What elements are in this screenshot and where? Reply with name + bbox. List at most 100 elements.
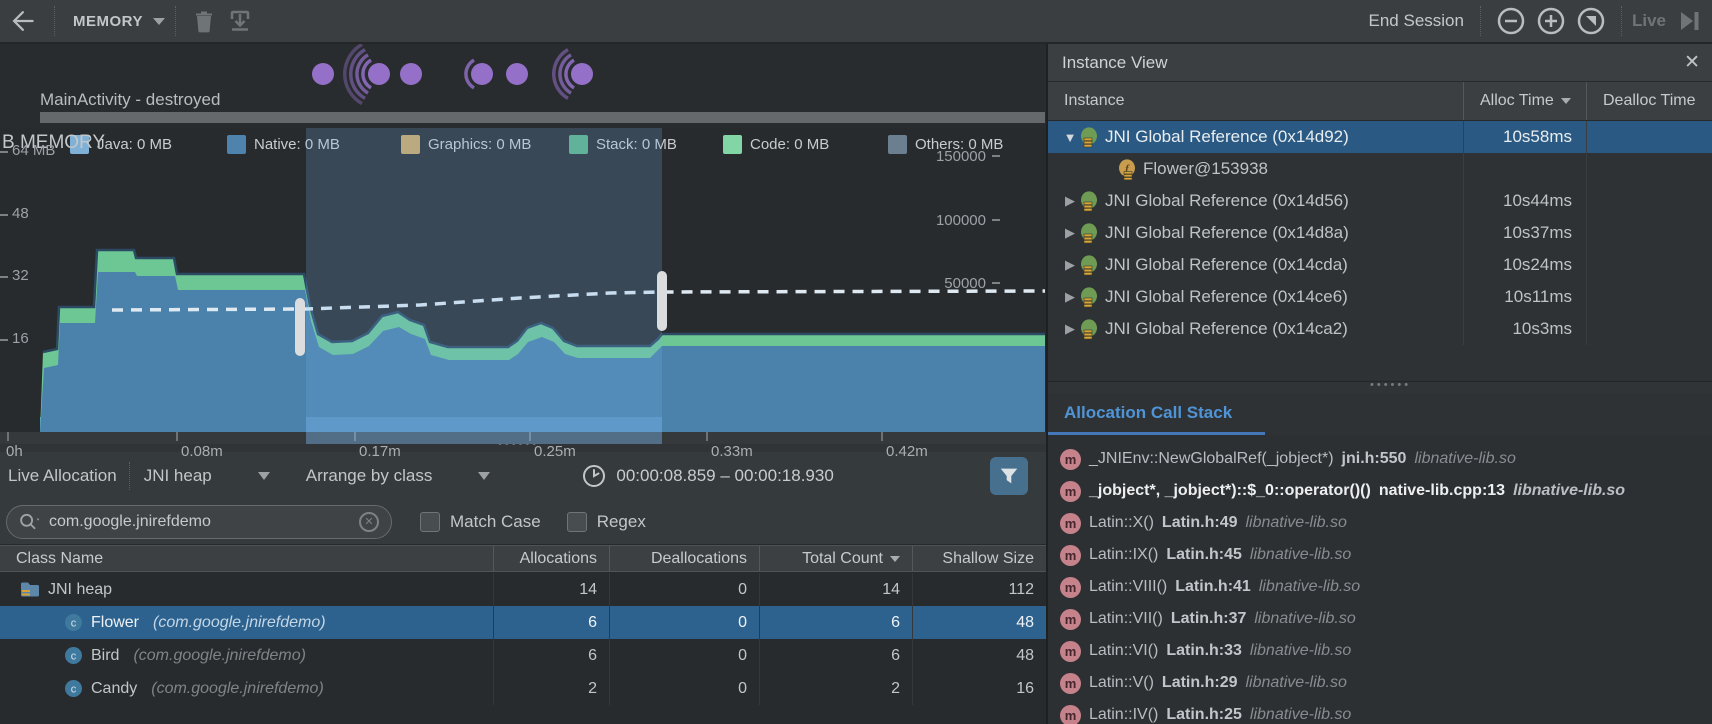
column-header-total-count[interactable]: Total Count	[760, 546, 913, 571]
table-row-flower[interactable]: c Flower(com.google.jnirefdemo) 6 0 6 48	[0, 606, 1046, 639]
end-session-button[interactable]: End Session	[1369, 11, 1464, 31]
method-icon: m	[1060, 705, 1081, 724]
instance-row[interactable]: JNI Global Reference (0x14d56) 10s44ms	[1048, 185, 1712, 217]
expand-collapse-icon[interactable]	[1060, 130, 1080, 145]
back-button[interactable]	[0, 0, 44, 43]
column-header-class-name[interactable]: Class Name	[0, 546, 494, 571]
column-header-dealloc-time[interactable]: Dealloc Time	[1587, 82, 1712, 120]
y-axis-tick: 32	[12, 267, 29, 284]
chevron-down-icon	[153, 18, 165, 25]
method-icon: m	[1060, 641, 1081, 662]
stack-frame[interactable]: m Latin::VII() Latin.h:37 libnative-lib.…	[1048, 603, 1712, 635]
instance-child-row[interactable]: f Flower@153938	[1048, 153, 1712, 185]
panel-splitter-horizontal[interactable]: ••••••	[1048, 381, 1712, 393]
jni-reference-icon	[1080, 191, 1099, 212]
code-swatch	[723, 135, 742, 154]
instance-row[interactable]: JNI Global Reference (0x14ca2) 10s3ms	[1048, 313, 1712, 345]
table-row-candy[interactable]: c Candy(com.google.jnirefdemo) 2 0 2 16	[0, 672, 1046, 705]
instance-row[interactable]: JNI Global Reference (0x14d92) 10s58ms	[1048, 121, 1712, 153]
expand-collapse-icon[interactable]	[1060, 193, 1080, 209]
toolbar-separator	[1621, 6, 1622, 36]
sort-arrow-icon	[1561, 98, 1571, 104]
zoom-out-button[interactable]	[1491, 0, 1531, 43]
go-live-button[interactable]	[1666, 0, 1712, 43]
filter-button[interactable]	[990, 457, 1028, 495]
trash-icon	[193, 9, 215, 33]
others-swatch	[888, 135, 907, 154]
stack-frame[interactable]: m _JNIEnv::NewGlobalRef(_jobject*) jni.h…	[1048, 443, 1712, 475]
search-input[interactable]	[49, 513, 359, 531]
reset-zoom-button[interactable]	[1571, 0, 1611, 43]
expand-collapse-icon[interactable]	[1060, 225, 1080, 241]
stack-frame[interactable]: m Latin::X() Latin.h:49 libnative-lib.so	[1048, 507, 1712, 539]
export-icon	[228, 9, 252, 33]
discard-session-button[interactable]	[186, 0, 222, 43]
x-axis-tick: 0.42m	[886, 443, 928, 460]
column-header-shallow-size[interactable]: Shallow Size	[913, 546, 1046, 571]
zoom-in-button[interactable]	[1531, 0, 1571, 43]
profiler-selector[interactable]: MEMORY	[65, 0, 165, 43]
skip-to-live-icon	[1676, 8, 1702, 34]
stack-frame[interactable]: m Latin::VI() Latin.h:33 libnative-lib.s…	[1048, 635, 1712, 667]
allocation-call-stack-list: m _JNIEnv::NewGlobalRef(_jobject*) jni.h…	[1048, 435, 1712, 724]
jni-reference-icon	[1080, 223, 1099, 244]
search-icon	[19, 512, 41, 532]
x-axis-tick: 0h	[6, 443, 23, 460]
regex-label: Regex	[597, 512, 646, 532]
zoom-out-icon	[1496, 6, 1526, 36]
x-axis-tick: 0.08m	[181, 443, 223, 460]
toolbar-separator	[129, 462, 130, 490]
stack-frame[interactable]: m Latin::IX() Latin.h:45 libnative-lib.s…	[1048, 539, 1712, 571]
search-field[interactable]: ✕	[6, 505, 392, 539]
field-instance-icon: f	[1118, 159, 1137, 180]
method-icon: m	[1060, 545, 1081, 566]
class-table-header: Class Name Allocations Deallocations Tot…	[0, 545, 1046, 572]
clock-icon	[582, 464, 606, 488]
column-header-allocations[interactable]: Allocations	[494, 546, 610, 571]
stack-frame[interactable]: m Latin::V() Latin.h:29 libnative-lib.so	[1048, 667, 1712, 699]
legend-item-code: Code: 0 MB	[723, 134, 829, 154]
export-session-button[interactable]	[222, 0, 258, 43]
method-icon: m	[1060, 673, 1081, 694]
table-row-bird[interactable]: c Bird(com.google.jnirefdemo) 6 0 6 48	[0, 639, 1046, 672]
arrange-selector[interactable]: Arrange by class	[306, 466, 491, 486]
column-header-alloc-time[interactable]: Alloc Time	[1464, 82, 1587, 120]
clear-search-icon[interactable]: ✕	[359, 512, 379, 532]
y-axis-tick: 64 MB	[12, 142, 55, 159]
instance-row[interactable]: JNI Global Reference (0x14ce6) 10s11ms	[1048, 281, 1712, 313]
heap-selector[interactable]: JNI heap	[144, 466, 270, 486]
event-timeline[interactable]: MainActivity - destroyed	[0, 44, 1046, 128]
expand-collapse-icon[interactable]	[1060, 321, 1080, 337]
table-row-jni-heap[interactable]: JNI heap 14 0 14 112	[0, 573, 1046, 606]
instance-row[interactable]: JNI Global Reference (0x14d8a) 10s37ms	[1048, 217, 1712, 249]
svg-text:c: c	[71, 618, 77, 630]
svg-text:c: c	[71, 651, 77, 663]
memory-profiler-window: MEMORY End Session	[0, 0, 1712, 724]
instance-view-panel: •••••• Instance View ✕ Instance Alloc Ti…	[1046, 44, 1712, 724]
selection-handle-right[interactable]	[657, 271, 667, 331]
live-button[interactable]: Live	[1632, 11, 1666, 31]
stack-frame[interactable]: m Latin::IV() Latin.h:25 libnative-lib.s…	[1048, 699, 1712, 724]
match-case-checkbox[interactable]	[420, 512, 440, 532]
jni-reference-icon	[1080, 319, 1099, 340]
column-header-deallocations[interactable]: Deallocations	[610, 546, 760, 571]
regex-checkbox[interactable]	[567, 512, 587, 532]
legend-item-stack: Stack: 0 MB	[569, 134, 677, 154]
stack-frame[interactable]: m Latin::VIII() Latin.h:41 libnative-lib…	[1048, 571, 1712, 603]
instance-view-title: Instance View	[1062, 53, 1168, 73]
close-icon[interactable]: ✕	[1684, 51, 1700, 74]
column-header-instance[interactable]: Instance	[1048, 82, 1464, 120]
expand-collapse-icon[interactable]	[1060, 257, 1080, 273]
instance-row[interactable]: JNI Global Reference (0x14cda) 10s24ms	[1048, 249, 1712, 281]
expand-collapse-icon[interactable]	[1060, 289, 1080, 305]
method-icon: m	[1060, 513, 1081, 534]
splitter-grip: ••••••	[1370, 379, 1411, 391]
tab-allocation-call-stack[interactable]: Allocation Call Stack	[1064, 403, 1232, 423]
right-axis-tick: 50000	[910, 275, 1000, 292]
heap-folder-icon	[20, 581, 40, 598]
chevron-down-icon	[478, 472, 490, 480]
selection-handle-left[interactable]	[295, 298, 305, 356]
stack-frame-selected[interactable]: m _jobject*, _jobject*)::$_0::operator()…	[1048, 475, 1712, 507]
jni-reference-icon	[1080, 287, 1099, 308]
memory-chart[interactable]: B MEMORY Java: 0 MB Native: 0 MB Graphic…	[0, 128, 1046, 459]
